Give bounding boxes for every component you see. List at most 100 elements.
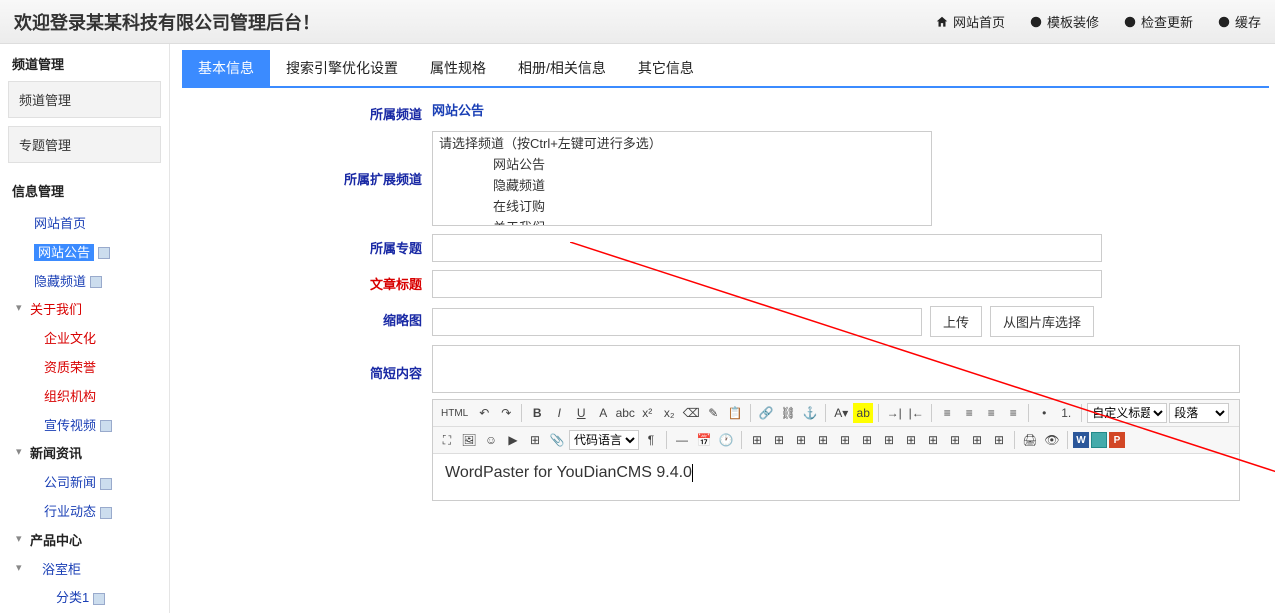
image-paste-button[interactable] <box>1091 432 1107 448</box>
select-opt[interactable]: 网站公告 <box>433 153 931 174</box>
template-button[interactable]: ⊞ <box>989 430 1009 450</box>
doc-icon[interactable] <box>93 593 105 605</box>
select-opt[interactable]: 关于我们 <box>433 216 931 226</box>
row-insert-button[interactable]: ⊞ <box>813 430 833 450</box>
topic-manage-button[interactable]: 专题管理 <box>8 126 161 163</box>
map-button[interactable]: ⊞ <box>525 430 545 450</box>
doc-icon[interactable] <box>100 507 112 519</box>
anchor-button[interactable]: ⚓ <box>800 403 820 423</box>
update-link[interactable]: 检查更新 <box>1123 12 1193 31</box>
home-link[interactable]: 网站首页 <box>935 12 1005 31</box>
table-delete-button[interactable]: ⊞ <box>791 430 811 450</box>
underline-button[interactable]: U <box>571 403 591 423</box>
channel-manage-button[interactable]: 频道管理 <box>8 81 161 118</box>
video-button[interactable]: ▶ <box>503 430 523 450</box>
list-ul-button[interactable]: • <box>1034 403 1054 423</box>
format-button[interactable]: ✎ <box>703 403 723 423</box>
table-prop-button[interactable]: ⊞ <box>967 430 987 450</box>
redo-button[interactable]: ↷ <box>496 403 516 423</box>
table-button[interactable]: ⊞ <box>747 430 767 450</box>
tab-attr[interactable]: 属性规格 <box>414 50 502 86</box>
unlink-button[interactable]: ⛓ <box>778 403 798 423</box>
ext-channel-select[interactable]: 请选择频道（按Ctrl+左键可进行多选） 网站公告 隐藏频道 在线订购 关于我们… <box>432 131 932 226</box>
italic-button[interactable]: I <box>549 403 569 423</box>
outdent-button[interactable]: |← <box>906 403 926 423</box>
font-button[interactable]: A <box>593 403 613 423</box>
backcolor-button[interactable]: ab <box>853 403 873 423</box>
title-input[interactable] <box>432 270 1102 298</box>
tree-notice[interactable]: 网站公告 <box>34 244 94 261</box>
sup-button[interactable]: x² <box>637 403 657 423</box>
time-button[interactable]: 🕐 <box>716 430 736 450</box>
tree-cat1[interactable]: 分类1 <box>56 590 89 605</box>
editor-body[interactable]: WordPaster for YouDianCMS 9.4.0 <box>433 454 1239 500</box>
tab-other[interactable]: 其它信息 <box>622 50 710 86</box>
align-center-button[interactable]: ≡ <box>959 403 979 423</box>
tree-about[interactable]: 关于我们 <box>30 302 82 317</box>
col-insert-button[interactable]: ⊞ <box>857 430 877 450</box>
sidebar-section-info: 信息管理 <box>0 171 169 208</box>
doc-icon[interactable] <box>100 478 112 490</box>
table-insert-button[interactable]: ⊞ <box>769 430 789 450</box>
print-button[interactable]: 🖨 <box>1020 430 1040 450</box>
tab-album[interactable]: 相册/相关信息 <box>502 50 622 86</box>
tree-company-news[interactable]: 公司新闻 <box>44 475 96 490</box>
tree-home[interactable]: 网站首页 <box>34 216 86 231</box>
tree-bath[interactable]: 浴室柜 <box>42 562 81 577</box>
gallery-button[interactable]: 从图片库选择 <box>990 306 1094 337</box>
cache-link[interactable]: 缓存 <box>1217 12 1261 31</box>
ppt-paste-button[interactable]: P <box>1109 432 1125 448</box>
doc-icon[interactable] <box>100 420 112 432</box>
indent-button[interactable]: →| <box>884 403 904 423</box>
attachment-button[interactable]: 📎 <box>547 430 567 450</box>
tree-video[interactable]: 宣传视频 <box>44 418 96 433</box>
upload-button[interactable]: 上传 <box>930 306 982 337</box>
code-lang-select[interactable]: 代码语言 <box>569 430 639 450</box>
forecolor-button[interactable]: A▾ <box>831 403 851 423</box>
tree-org[interactable]: 组织机构 <box>44 389 96 404</box>
emoticon-button[interactable]: ☺ <box>481 430 501 450</box>
tree-honor[interactable]: 资质荣誉 <box>44 360 96 375</box>
tree-product[interactable]: 产品中心 <box>30 533 82 548</box>
image-button[interactable]: 🖼 <box>459 430 479 450</box>
tree-culture[interactable]: 企业文化 <box>44 331 96 346</box>
pagebreak-button[interactable]: ¶ <box>641 430 661 450</box>
short-content-box[interactable] <box>432 345 1240 393</box>
tab-basic[interactable]: 基本信息 <box>182 50 270 86</box>
select-opt[interactable]: 隐藏频道 <box>433 174 931 195</box>
link-button[interactable]: 🔗 <box>756 403 776 423</box>
align-justify-button[interactable]: ≡ <box>1003 403 1023 423</box>
tab-seo[interactable]: 搜索引擎优化设置 <box>270 50 414 86</box>
paste-button[interactable]: 📋 <box>725 403 745 423</box>
row-delete-button[interactable]: ⊞ <box>835 430 855 450</box>
doc-icon[interactable] <box>90 276 102 288</box>
date-button[interactable]: 📅 <box>694 430 714 450</box>
doc-icon[interactable] <box>98 247 110 259</box>
align-left-button[interactable]: ≡ <box>937 403 957 423</box>
html-source-button[interactable]: HTML <box>437 403 472 423</box>
cell-merge-button[interactable]: ⊞ <box>901 430 921 450</box>
fullscreen-button[interactable]: ⛶ <box>437 430 457 450</box>
removeformat-button[interactable]: ⌫ <box>681 403 701 423</box>
tree-industry[interactable]: 行业动态 <box>44 504 96 519</box>
preview-button[interactable]: 👁 <box>1042 430 1062 450</box>
bold-button[interactable]: B <box>527 403 547 423</box>
topic-input[interactable] <box>432 234 1102 262</box>
cell-split-button[interactable]: ⊞ <box>923 430 943 450</box>
custom-title-select[interactable]: 自定义标题 <box>1087 403 1167 423</box>
align-right-button[interactable]: ≡ <box>981 403 1001 423</box>
template-link[interactable]: 模板装修 <box>1029 12 1099 31</box>
thumb-input[interactable] <box>432 308 922 336</box>
col-delete-button[interactable]: ⊞ <box>879 430 899 450</box>
strike-button[interactable]: abc <box>615 403 635 423</box>
tree-hidden[interactable]: 隐藏频道 <box>34 274 86 289</box>
sub-button[interactable]: x₂ <box>659 403 679 423</box>
paragraph-select[interactable]: 段落 <box>1169 403 1229 423</box>
hr-button[interactable]: — <box>672 430 692 450</box>
select-opt[interactable]: 在线订购 <box>433 195 931 216</box>
word-paste-button[interactable]: W <box>1073 432 1089 448</box>
tree-news[interactable]: 新闻资讯 <box>30 446 82 461</box>
undo-button[interactable]: ↶ <box>474 403 494 423</box>
list-ol-button[interactable]: 1. <box>1056 403 1076 423</box>
cell-prop-button[interactable]: ⊞ <box>945 430 965 450</box>
